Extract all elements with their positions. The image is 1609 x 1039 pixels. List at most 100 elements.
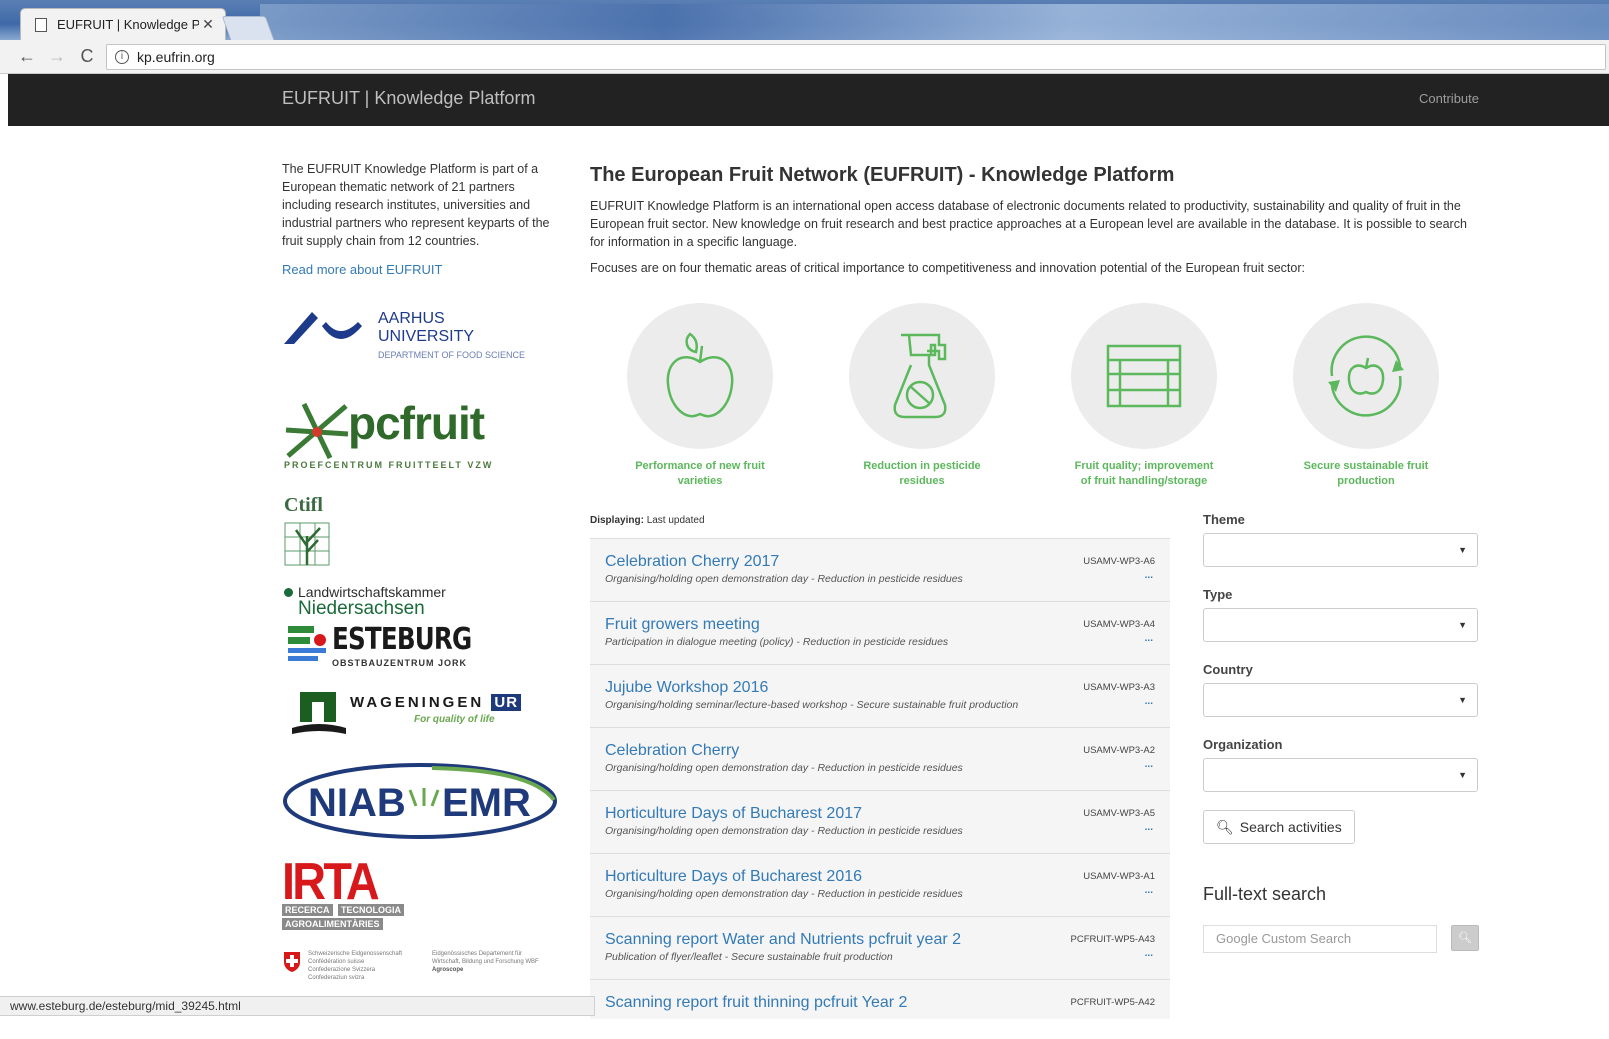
read-more-link[interactable]: Read more about EUFRUIT xyxy=(282,262,562,277)
contribute-link[interactable]: Contribute xyxy=(1419,91,1479,106)
theme-quality[interactable]: Fruit quality; improvement of fruit hand… xyxy=(1054,303,1234,489)
activity-code: USAMV-WP3-A4 xyxy=(1083,619,1155,630)
list-item[interactable]: Horticulture Days of Bucharest 2016 Orga… xyxy=(590,853,1170,916)
activity-more-link[interactable]: ... xyxy=(1145,570,1153,581)
page-icon xyxy=(35,17,47,32)
theme-caption[interactable]: Fruit quality; improvement of fruit hand… xyxy=(1054,459,1234,489)
activity-more-link[interactable]: ... xyxy=(1145,822,1153,833)
browser-tab-strip-background xyxy=(260,4,1609,40)
activity-title[interactable]: Horticulture Days of Bucharest 2016 xyxy=(605,868,862,886)
list-item[interactable]: Jujube Workshop 2016 Organising/holding … xyxy=(590,664,1170,727)
activity-code: PCFRUIT-WP5-A43 xyxy=(1070,934,1155,945)
activity-title[interactable]: Celebration Cherry 2017 xyxy=(605,553,779,571)
theme-performance[interactable]: Performance of new fruit varieties xyxy=(610,303,790,489)
google-search-button[interactable]: 🔍︎ xyxy=(1451,925,1479,951)
activity-subtitle: Organising/holding open demonstration da… xyxy=(605,573,963,585)
swiss-line-1: Schweizerische Eidgenossenschaft xyxy=(308,951,403,957)
swiss-confederation-logo[interactable]: Schweizerische Eidgenossenschaft Confédé… xyxy=(282,950,562,990)
activity-title[interactable]: Celebration Cherry xyxy=(605,742,739,760)
esteburg-stripes-icon xyxy=(288,626,326,661)
swiss-line-3: Confederazione Svizzera xyxy=(308,967,376,973)
country-select[interactable]: ▼ xyxy=(1203,683,1478,717)
activity-more-link[interactable]: ... xyxy=(1145,948,1153,959)
activity-subtitle: Organising/holding open demonstration da… xyxy=(605,825,963,837)
type-select[interactable]: ▼ xyxy=(1203,608,1478,642)
list-item[interactable]: Scanning report fruit thinning pcfruit Y… xyxy=(590,979,1170,1019)
theme-circle xyxy=(627,303,773,449)
theme-circle xyxy=(1071,303,1217,449)
list-item[interactable]: Celebration Cherry 2017 Organising/holdi… xyxy=(590,538,1170,601)
wageningen-name: WAGENINGEN UR xyxy=(350,694,522,711)
activity-title[interactable]: Scanning report fruit thinning pcfruit Y… xyxy=(605,994,907,1012)
main-intro: The European Fruit Network (EUFRUIT) - K… xyxy=(590,164,1480,275)
activity-title[interactable]: Jujube Workshop 2016 xyxy=(605,679,768,697)
reload-icon[interactable]: C xyxy=(72,46,102,67)
esteburg-subtitle: OBSTBAUZENTRUM JORK xyxy=(332,658,467,668)
ctifl-name: Ctifl xyxy=(284,494,323,516)
type-filter-label: Type xyxy=(1203,587,1233,602)
activity-subtitle: Publication of flyer/leaflet - Secure su… xyxy=(605,951,893,963)
theme-caption[interactable]: Reduction in pesticide residues xyxy=(832,459,1012,489)
aarhus-department: DEPARTMENT OF FOOD SCIENCE xyxy=(378,350,526,360)
activity-more-link[interactable]: ... xyxy=(1145,759,1153,770)
google-search-input[interactable]: Google Custom Search xyxy=(1203,925,1437,953)
activity-code: PCFRUIT-WP5-A42 xyxy=(1070,997,1155,1008)
search-activities-button[interactable]: 🔍︎ Search activities xyxy=(1203,810,1355,844)
aarhus-logo[interactable]: AARHUS UNIVERSITY DEPARTMENT OF FOOD SCI… xyxy=(282,308,552,368)
pcfruit-subtitle: PROEFCENTRUM FRUITTEELT VZW xyxy=(284,460,494,470)
activity-title[interactable]: Scanning report Water and Nutrients pcfr… xyxy=(605,931,961,949)
esteburg-logo[interactable]: ESTEBURG OBSTBAUZENTRUM JORK xyxy=(282,622,482,674)
displaying-value[interactable]: Last updated xyxy=(647,515,705,526)
pcfruit-logo[interactable]: pcfruit PROEFCENTRUM FRUITTEELT VZW xyxy=(282,396,552,476)
new-tab-button[interactable] xyxy=(221,16,275,40)
theme-caption[interactable]: Performance of new fruit varieties xyxy=(610,459,790,489)
theme-circle xyxy=(849,303,995,449)
theme-select[interactable]: ▼ xyxy=(1203,533,1478,567)
theme-sustainable[interactable]: Secure sustainable fruit production xyxy=(1276,303,1456,489)
theme-circle xyxy=(1293,303,1439,449)
address-url: kp.eufrin.org xyxy=(137,49,215,65)
activity-title[interactable]: Fruit growers meeting xyxy=(605,616,760,634)
activity-title[interactable]: Horticulture Days of Bucharest 2017 xyxy=(605,805,862,823)
theme-pesticide[interactable]: Reduction in pesticide residues xyxy=(832,303,1012,489)
list-item[interactable]: Horticulture Days of Bucharest 2017 Orga… xyxy=(590,790,1170,853)
search-icon: 🔍︎ xyxy=(1458,932,1472,944)
wageningen-text: WAGENINGEN xyxy=(350,694,485,711)
fulltext-search-row: Google Custom Search 🔍︎ xyxy=(1203,925,1479,955)
activity-more-link[interactable]: ... xyxy=(1145,885,1153,896)
close-tab-icon[interactable]: ✕ xyxy=(199,16,217,33)
list-item[interactable]: Scanning report Water and Nutrients pcfr… xyxy=(590,916,1170,979)
activity-subtitle: Organising/holding open demonstration da… xyxy=(605,762,963,774)
page-title: The European Fruit Network (EUFRUIT) - K… xyxy=(590,164,1175,186)
theme-caption[interactable]: Secure sustainable fruit production xyxy=(1276,459,1456,489)
back-arrow-icon[interactable]: ← xyxy=(12,46,42,67)
irta-name: IRTA xyxy=(282,853,380,911)
browser-tab[interactable]: EUFRUIT | Knowledge Pl ✕ xyxy=(20,8,226,40)
swiss-line-6: Wirtschaft, Bildung und Forschung WBF xyxy=(432,959,539,965)
address-bar[interactable]: i kp.eufrin.org xyxy=(106,44,1606,70)
activity-code: USAMV-WP3-A2 xyxy=(1083,745,1155,756)
caret-down-icon: ▼ xyxy=(1458,770,1467,780)
ctifl-logo[interactable]: Ctifl xyxy=(282,494,362,570)
site-brand-link[interactable]: EUFRUIT | Knowledge Platform xyxy=(282,88,535,109)
aarhus-mark-icon xyxy=(284,312,362,344)
activity-more-link[interactable]: ... xyxy=(1145,696,1153,707)
activity-subtitle: Participation in dialogue meeting (polic… xyxy=(605,636,949,648)
pcfruit-star-icon xyxy=(285,402,349,460)
wageningen-logo[interactable]: WAGENINGEN UR For quality of life xyxy=(282,690,552,742)
organization-select[interactable]: ▼ xyxy=(1203,758,1478,792)
activity-list: Celebration Cherry 2017 Organising/holdi… xyxy=(590,538,1170,1019)
niab-emr-logo[interactable]: NIAB EMR xyxy=(282,760,560,842)
irta-logo[interactable]: IRTA RECERCA TECNOLOGIA AGROALIMENTÀRIES xyxy=(282,853,432,934)
list-item[interactable]: Celebration Cherry Organising/holding op… xyxy=(590,727,1170,790)
swiss-line-4: Confederaziun svizra xyxy=(308,975,365,981)
list-item[interactable]: Fruit growers meeting Participation in d… xyxy=(590,601,1170,664)
activity-code: USAMV-WP3-A5 xyxy=(1083,808,1155,819)
activity-more-link[interactable]: ... xyxy=(1145,633,1153,644)
pcfruit-name: pcfruit xyxy=(348,397,485,449)
wageningen-ur: UR xyxy=(491,694,522,711)
swiss-line-2: Confédération suisse xyxy=(308,959,365,965)
lwk-niedersachsen-logo[interactable]: Landwirtschaftskammer Niedersachsen xyxy=(282,584,482,620)
forward-arrow-icon[interactable]: → xyxy=(42,46,72,67)
info-icon[interactable]: i xyxy=(115,50,129,64)
